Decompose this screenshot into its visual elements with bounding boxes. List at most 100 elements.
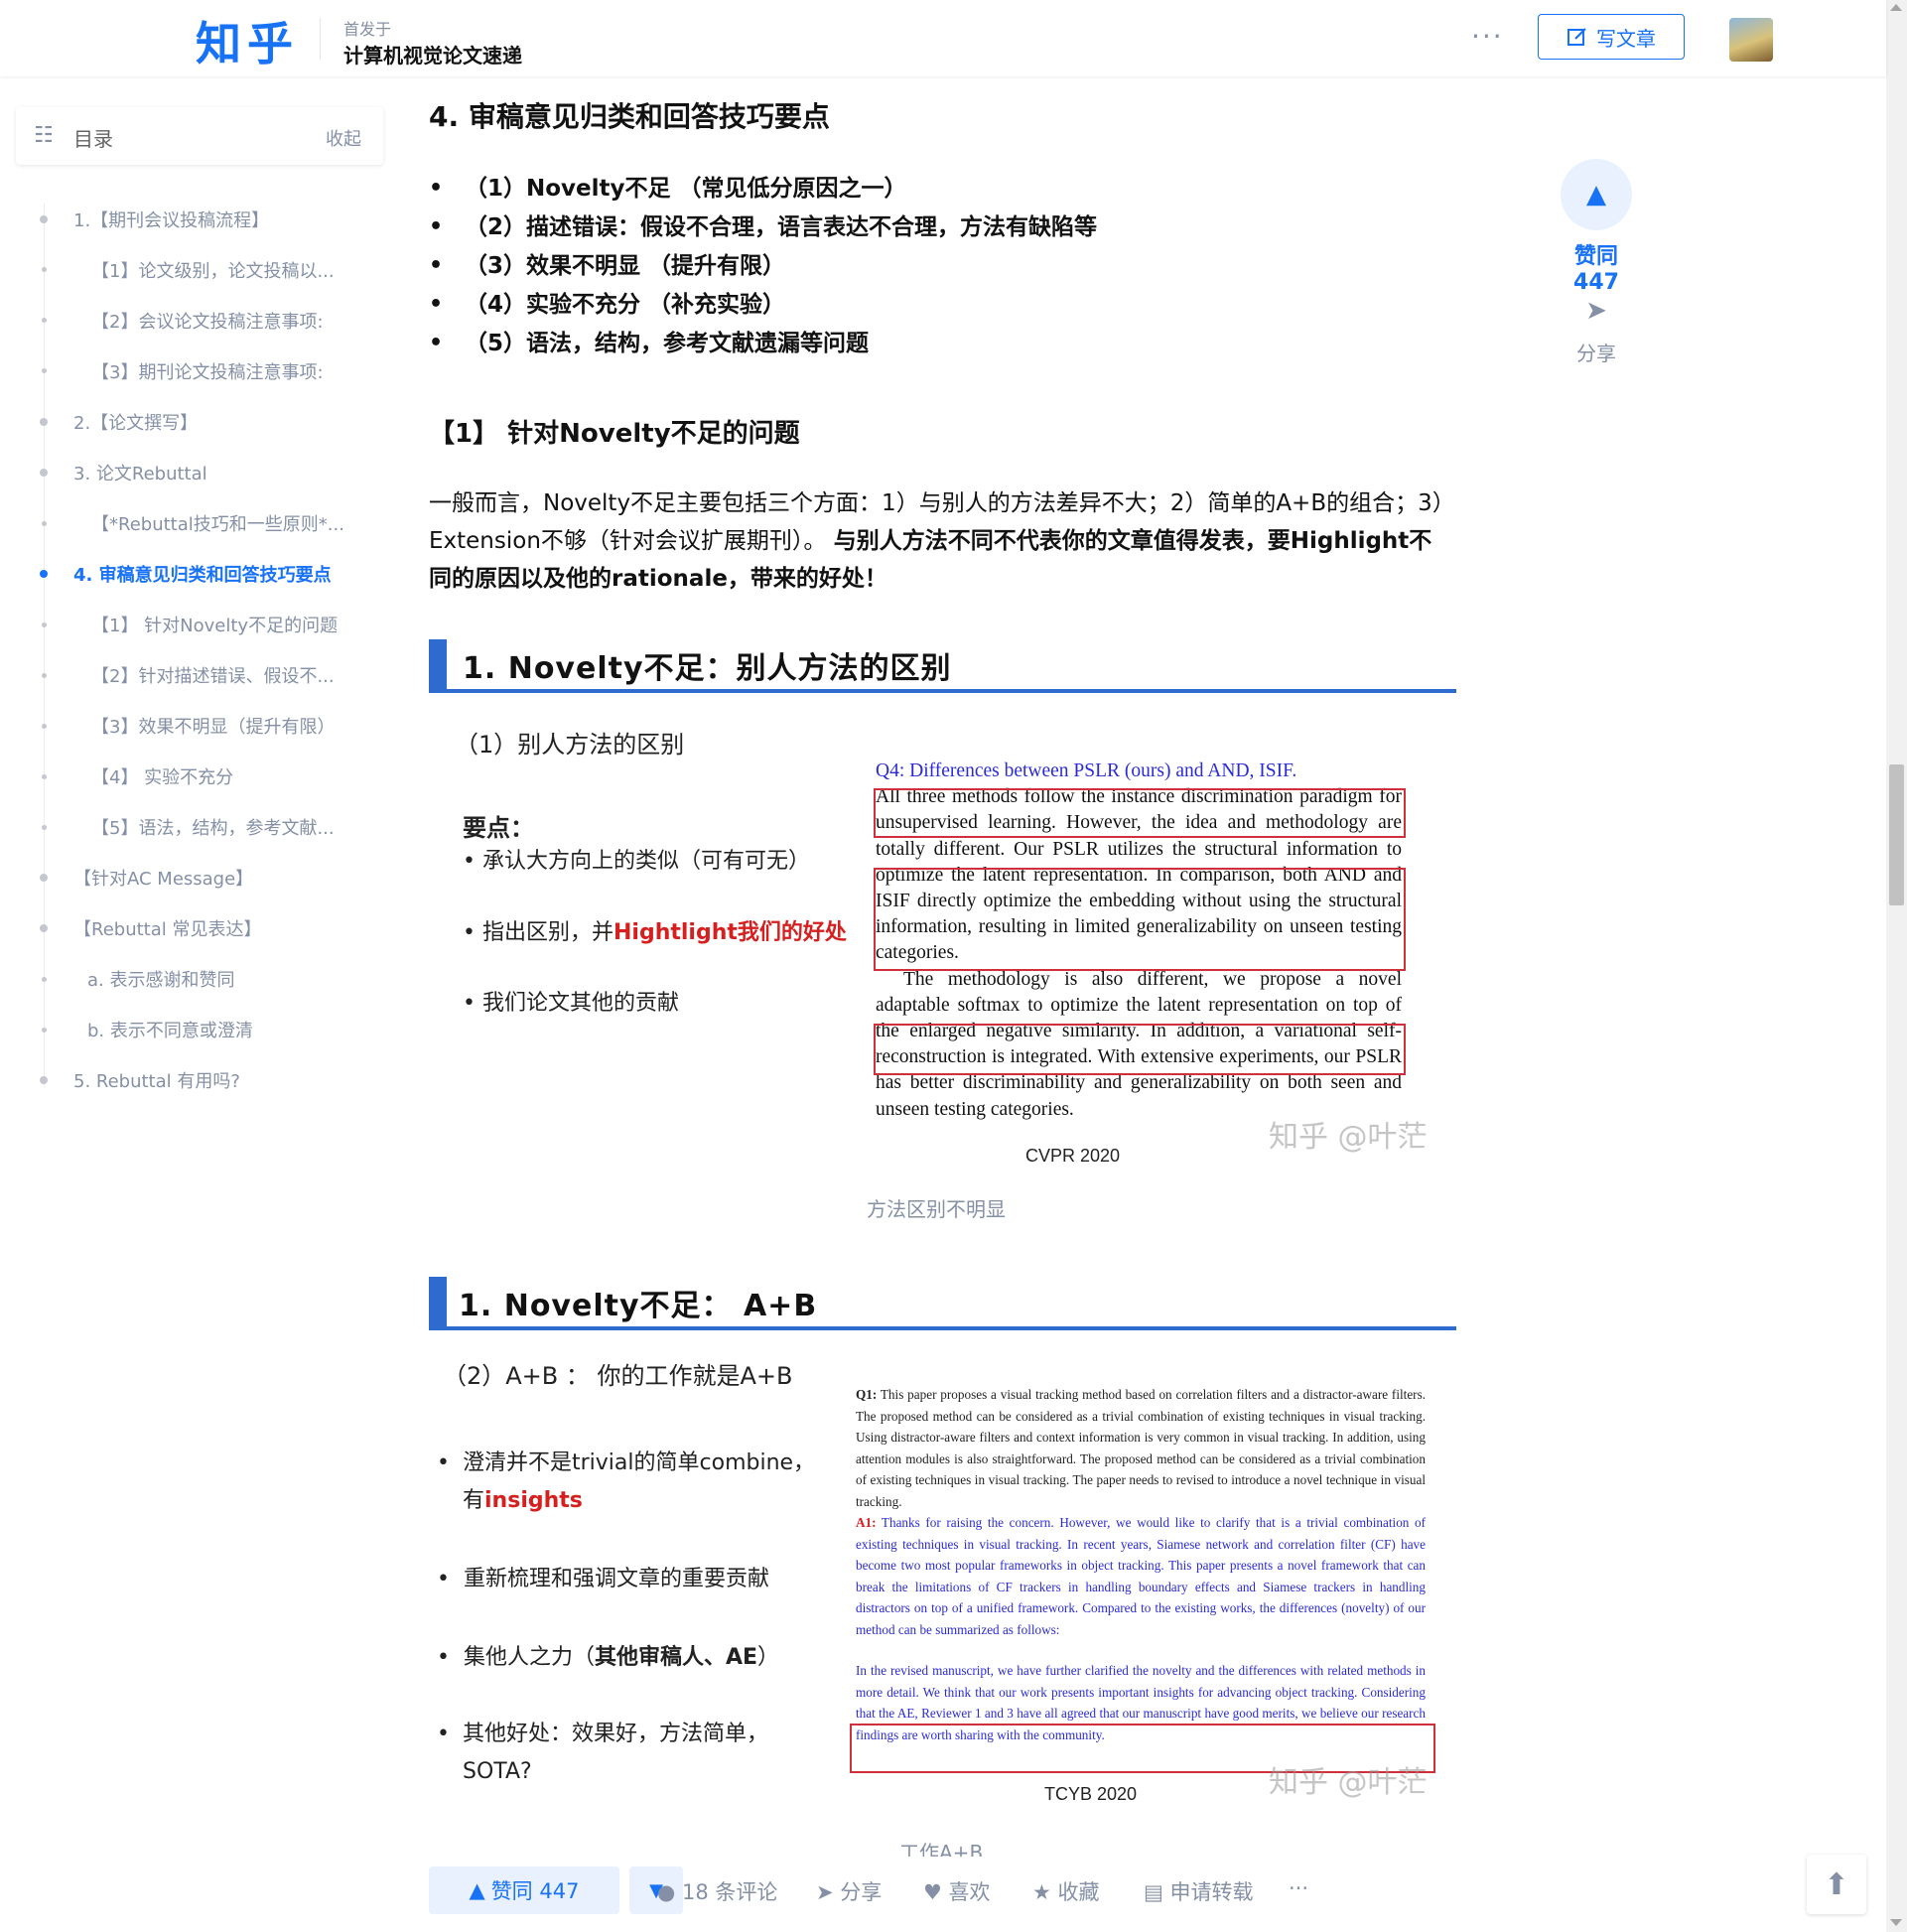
slide-bullet: • 指出区别，并Hightlight我们的好处 (463, 920, 847, 945)
toc-dot (42, 267, 47, 272)
comments-label: 18 条评论 (682, 1880, 778, 1904)
slide-bullet-text: 指出区别，并 (481, 920, 613, 945)
slide-bullet: • 我们论文其他的贡献 (463, 991, 679, 1016)
toc-dot (42, 977, 47, 982)
toc-dot (40, 469, 48, 477)
slide-title: 1. Novelty不足： A+B (459, 1289, 818, 1323)
toc-item[interactable]: 【2】会议论文投稿注意事项: (91, 308, 324, 334)
toc-collapse-button[interactable]: 收起 (326, 125, 361, 151)
list-item: （3）效果不明显 （提升有限） (429, 248, 1097, 287)
key-points-label: 要点： (463, 814, 534, 842)
toc-dot (42, 368, 47, 373)
comments-button[interactable]: ● 18 条评论 (657, 1876, 777, 1906)
collect-button[interactable]: ★ 收藏 (1032, 1876, 1100, 1906)
slide-bullet-body: 澄清并不是trivial的简单combine，有insights (437, 1445, 834, 1520)
toc-item[interactable]: a. 表示感谢和赞同 (87, 966, 234, 992)
share-button[interactable]: ➤ 分享 (816, 1876, 882, 1906)
highlight-box (874, 788, 1406, 838)
slide-bullet-text: ） (757, 1645, 780, 1670)
slide-bullet-text: 重新梳理和强调文章的重要贡献 (463, 1567, 769, 1591)
write-article-button[interactable]: 写文章 (1538, 14, 1685, 60)
published-in-label: 首发于 (343, 20, 392, 39)
side-upvote-count[interactable]: 赞同 447 (1549, 238, 1644, 295)
paper-plane-icon[interactable]: ➤ (1578, 296, 1614, 326)
slide-underline (429, 689, 1456, 693)
toc-item[interactable]: 【*Rebuttal技巧和一些原则*... (91, 510, 344, 536)
toc-dot (40, 924, 48, 932)
list-item: （2）描述错误：假设不合理，语言表达不合理，方法有缺陷等 (429, 209, 1097, 248)
toc-dot (42, 1028, 47, 1033)
toc-item[interactable]: 【5】语法，结构，参考文献... (91, 814, 335, 840)
toc-item[interactable]: 【针对AC Message】 (73, 865, 253, 891)
side-share-button[interactable]: 分享 (1549, 338, 1644, 366)
toc-item[interactable]: 【3】期刊论文投稿注意事项: (91, 358, 324, 384)
toc-title: 目录 (73, 127, 113, 151)
section-heading: 4. 审稿意见归类和回答技巧要点 (429, 100, 830, 133)
scrollbar-track[interactable] (1886, 0, 1907, 1932)
zhihu-logo[interactable]: 知乎 (196, 8, 299, 73)
slide-bullet: • 重新梳理和强调文章的重要贡献 (437, 1567, 769, 1591)
toc-item[interactable]: 2.【论文撰写】 (73, 409, 198, 435)
list-item: （4）实验不充分 （补充实验） (429, 287, 1097, 326)
slide-bullet-bold: 其他审稿人、AE (594, 1645, 758, 1670)
paper-question: Q4: Differences between PSLR (ours) and … (876, 760, 1297, 781)
triangle-up-icon: ▲ (469, 1878, 485, 1902)
toc-item[interactable]: 【2】针对描述错误、假设不... (91, 662, 335, 688)
slide-underline (429, 1326, 1456, 1330)
toc-dot (42, 622, 47, 627)
figure-caption: 方法区别不明显 (867, 1197, 1006, 1221)
reprint-button[interactable]: ▤ 申请转载 (1144, 1876, 1254, 1906)
more-actions-button[interactable]: ··· (1289, 1876, 1308, 1900)
triangle-up-icon: ▲ (1586, 180, 1606, 209)
toc-item[interactable]: 3. 论文Rebuttal (73, 460, 207, 485)
paper-answer: A1: Thanks for raising the concern. Howe… (856, 1512, 1426, 1640)
paper-question: Q1: This paper proposes a visual trackin… (856, 1384, 1426, 1512)
toc-dot (42, 318, 47, 323)
slide-bullet: • 集他人之力（其他审稿人、AE） (437, 1645, 780, 1670)
toc-item[interactable]: 【1】 针对Novelty不足的问题 (91, 612, 338, 637)
slide-bullet: • 承认大方向上的类似（可有可无） (463, 849, 810, 874)
toc-rail (44, 204, 45, 1087)
list-item: （5）语法，结构，参考文献遗漏等问题 (429, 326, 1097, 364)
side-upvote-button[interactable]: ▲ (1561, 159, 1632, 230)
toc-list-icon: ☷ (34, 123, 54, 148)
toc-item[interactable]: 【Rebuttal 常见表达】 (73, 915, 261, 941)
highlight-box (874, 868, 1406, 971)
slide-bullet: • 其他好处：效果好，方法简单，SOTA? (437, 1716, 814, 1791)
scroll-down-arrow-icon[interactable] (1890, 1919, 1902, 1926)
like-button[interactable]: ♥ 喜欢 (923, 1876, 991, 1906)
toc-dot (42, 521, 47, 526)
slide-title-bar: 1. Novelty不足： A+B (429, 1277, 1456, 1330)
top-navbar: 知乎 首发于 计算机视觉论文速递 ··· 写文章 (0, 0, 1886, 76)
back-to-top-button[interactable]: ⬆ (1807, 1855, 1866, 1914)
like-label: 喜欢 (948, 1880, 991, 1904)
toc-item[interactable]: 1.【期刊会议投稿流程】 (73, 207, 269, 232)
slide-bullet-highlight: Hightlight我们的好处 (613, 920, 847, 945)
q1-text: This paper proposes a visual tracking me… (856, 1387, 1426, 1509)
upvote-button[interactable]: ▲ 赞同 447 (429, 1866, 619, 1914)
comment-bubble-icon: ● (657, 1880, 676, 1904)
venue-label: TCYB 2020 (1044, 1784, 1138, 1804)
column-name-link[interactable]: 计算机视觉论文速递 (343, 40, 522, 69)
more-menu-button[interactable]: ··· (1471, 20, 1504, 53)
bullet-dot: • (437, 1722, 450, 1746)
arrow-up-icon: ⬆ (1824, 1866, 1849, 1902)
toc-item[interactable]: 5. Rebuttal 有用吗? (73, 1067, 240, 1093)
a1-text: Thanks for raising the concern. However,… (856, 1515, 1427, 1637)
toc-dot-active (40, 570, 48, 578)
document-icon: ▤ (1144, 1880, 1163, 1904)
share-label: 分享 (840, 1880, 883, 1904)
scroll-up-arrow-icon[interactable] (1890, 4, 1902, 11)
toc-item[interactable]: 【3】效果不明显（提升有限） (91, 713, 335, 739)
toc-dot (40, 418, 48, 426)
scrollbar-thumb[interactable] (1889, 764, 1904, 905)
toc-item[interactable]: 【4】 实验不充分 (91, 763, 233, 789)
toc-item-active[interactable]: 4. 审稿意见归类和回答技巧要点 (73, 561, 332, 587)
toc-item[interactable]: 【1】论文级别，论文投稿以... (91, 257, 335, 283)
user-avatar[interactable] (1729, 18, 1773, 62)
upvote-label: 赞同 447 (490, 1879, 580, 1903)
toc-dot (42, 724, 47, 729)
toc-dot (42, 825, 47, 830)
toc-item[interactable]: b. 表示不同意或澄清 (87, 1017, 253, 1042)
toc-dot (40, 215, 48, 223)
